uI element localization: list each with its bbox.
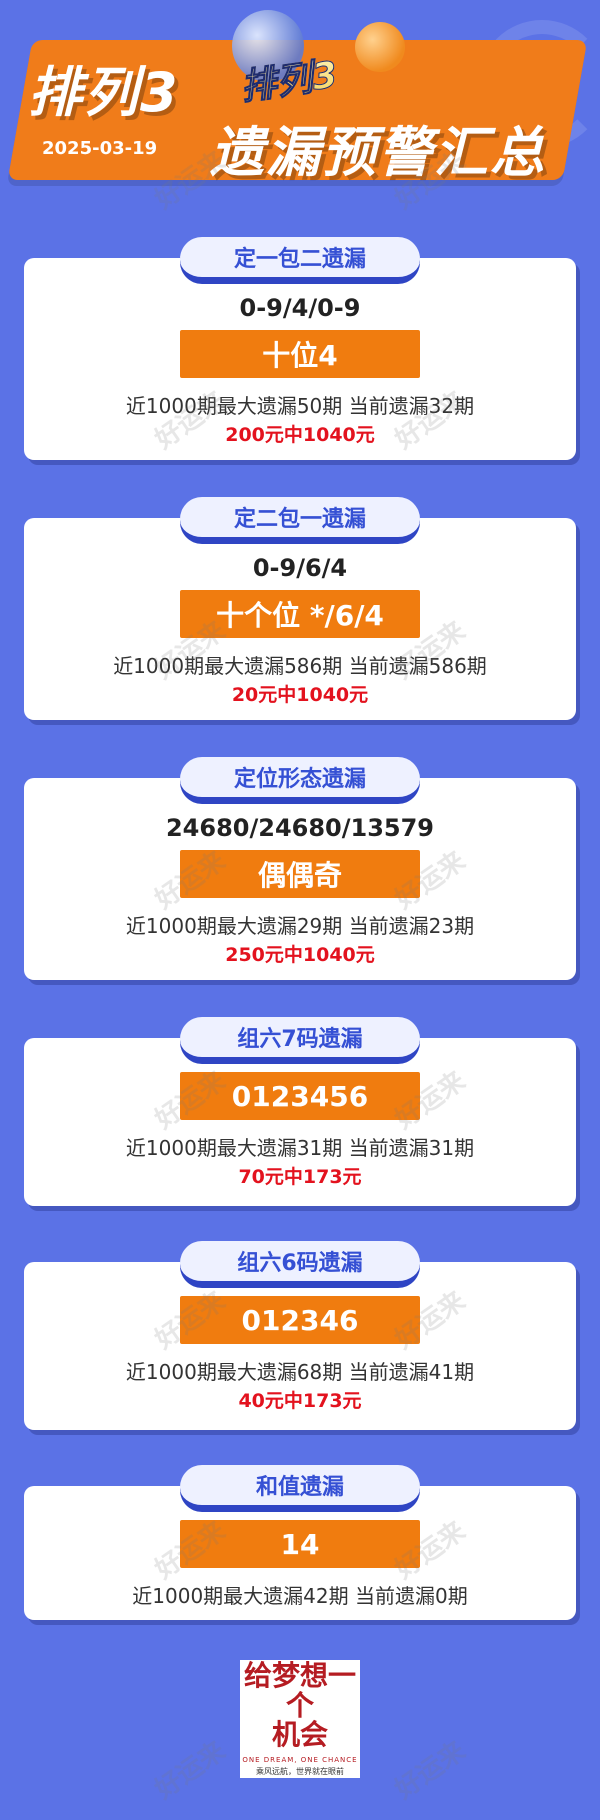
card-tab-ding-wei-xing-tai: 定位形态遗漏 [180,757,420,802]
dream-logo: 给梦想一个 机会 ONE DREAM, ONE CHANCE 乘风远航，世界就在… [240,1660,360,1778]
card-stats: 近1000期最大遗漏68期 当前遗漏41期 [125,1360,475,1384]
card-zu-liu-6-ma: 012346 近1000期最大遗漏68期 当前遗漏41期 40元中173元 [24,1262,576,1430]
title-right: 遗漏预警汇总 [210,121,546,184]
card-odds: 250元中1040元 [225,944,375,966]
card-highlight-bar: 偶偶奇 [180,850,420,898]
card-highlight-bar: 14 [180,1520,420,1568]
card-ding-yi-bao-er: 0-9/4/0-9 十位4 近1000期最大遗漏50期 当前遗漏32期 200元… [24,258,576,460]
card-odds: 70元中173元 [238,1166,362,1188]
card-numbers: 0-9/4/0-9 [239,294,361,322]
title-left: 排列3 [28,61,180,124]
card-stats: 近1000期最大遗漏50期 当前遗漏32期 [125,394,475,418]
card-highlight-bar: 十个位 */6/4 [180,590,420,638]
logo-main-line2: 机会 [271,1718,328,1752]
card-ding-wei-xing-tai: 24680/24680/13579 偶偶奇 近1000期最大遗漏29期 当前遗漏… [24,778,576,980]
header: 排列3 2025-03-19 排列3 遗漏预警汇总 [0,0,600,200]
card-tab-ding-er-bao-yi: 定二包一遗漏 [180,497,420,542]
watermark-text: 好运来 [389,1735,471,1806]
card-tab-zu-liu-6-ma: 组六6码遗漏 [180,1241,420,1286]
page: 排列3 2025-03-19 排列3 遗漏预警汇总 0-9/4/0-9 十位4 … [0,0,600,1820]
card-odds: 200元中1040元 [225,424,375,446]
card-stats: 近1000期最大遗漏586期 当前遗漏586期 [113,654,487,678]
card-stats: 近1000期最大遗漏31期 当前遗漏31期 [125,1136,475,1160]
watermark-text: 好运来 [149,1735,231,1806]
date-label: 2025-03-19 [42,138,158,159]
logo-sub-cn: 乘风远航，世界就在眼前 [256,1766,344,1776]
card-zu-liu-7-ma: 0123456 近1000期最大遗漏31期 当前遗漏31期 70元中173元 [24,1038,576,1206]
card-numbers: 24680/24680/13579 [165,814,435,842]
card-highlight-bar: 十位4 [180,330,420,378]
card-ding-er-bao-yi: 0-9/6/4 十个位 */6/4 近1000期最大遗漏586期 当前遗漏586… [24,518,576,720]
card-stats: 近1000期最大遗漏42期 当前遗漏0期 [132,1584,468,1608]
card-odds: 40元中173元 [238,1390,362,1412]
logo-sub-en: ONE DREAM, ONE CHANCE [242,1755,358,1764]
card-numbers: 0-9/6/4 [252,554,348,582]
card-tab-ding-yi-bao-er: 定一包二遗漏 [180,237,420,282]
card-tab-he-zhi: 和值遗漏 [180,1465,420,1510]
card-tab-zu-liu-7-ma: 组六7码遗漏 [180,1017,420,1062]
card-odds: 20元中1040元 [231,684,369,706]
card-stats: 近1000期最大遗漏29期 当前遗漏23期 [125,914,475,938]
card-highlight-bar: 012346 [180,1296,420,1344]
ball-decoration [355,22,405,72]
card-highlight-bar: 0123456 [180,1072,420,1120]
logo-main-line1: 给梦想一个 [243,1659,356,1722]
